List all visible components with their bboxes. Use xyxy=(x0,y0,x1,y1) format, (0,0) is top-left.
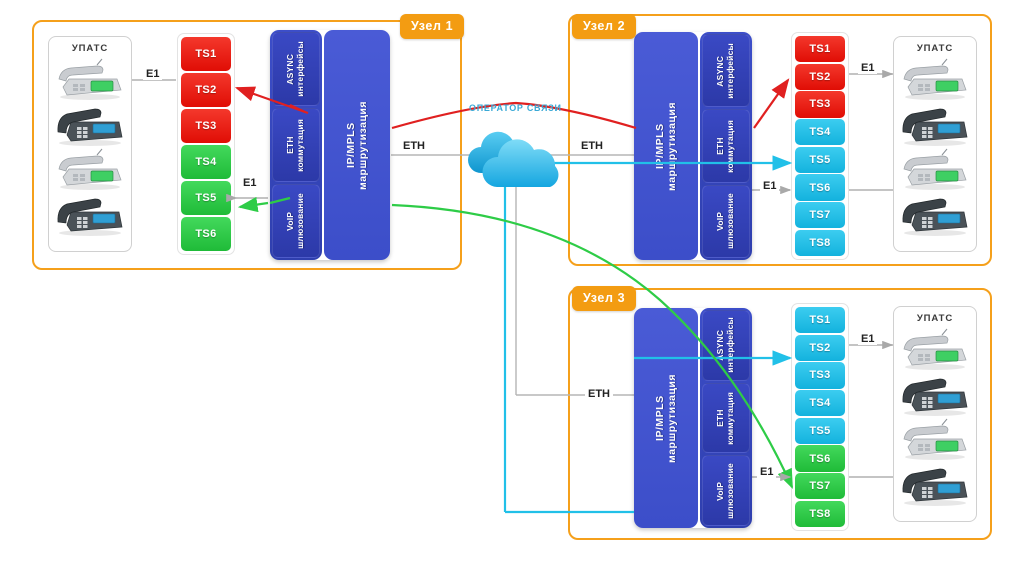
timeslot-ts8-node3[interactable]: TS8 xyxy=(795,500,845,527)
timeslot-ts3-node3[interactable]: TS3 xyxy=(795,362,845,389)
pbx-title-node2: УПАТС xyxy=(916,43,954,54)
module-eth-node1[interactable]: ETH коммутация xyxy=(272,108,320,182)
operator-cloud xyxy=(459,125,571,198)
module-async-label-node1: ASYNC интерфейсы xyxy=(285,41,305,97)
ip-phone-dark-icon xyxy=(902,198,968,236)
desk-phone-silver-icon xyxy=(903,418,967,460)
ip-phone-dark-icon xyxy=(902,468,968,506)
timeslot-ts1-node1[interactable]: TS1 xyxy=(181,37,231,72)
module-async-node3[interactable]: ASYNC интерфейсы xyxy=(702,310,750,381)
module-mpls-node2[interactable]: IP/MPLS маршрутизация xyxy=(634,32,698,260)
module-mpls-node3[interactable]: IP/MPLS маршрутизация xyxy=(634,308,698,528)
submodule-group-node3: ASYNC интерфейсы ETH коммутация VoIP шлюзов… xyxy=(700,308,752,528)
timeslot-ts4-node2[interactable]: TS4 xyxy=(795,119,845,146)
module-mpls-label-node3: IP/MPLS маршрутизация xyxy=(653,373,678,463)
timeslot-ts7-node2[interactable]: TS7 xyxy=(795,202,845,229)
desk-phone-silver-icon xyxy=(58,58,122,100)
node-badge-node3: Узел 3 xyxy=(572,286,637,311)
module-async-label-node2: ASYNC интерфейсы xyxy=(715,42,735,99)
timeslot-ts5-node3[interactable]: TS5 xyxy=(795,417,845,444)
timeslot-ts5-node1[interactable]: TS5 xyxy=(181,180,231,216)
timeslot-ts4-node1[interactable]: TS4 xyxy=(181,144,231,180)
module-async-node2[interactable]: ASYNC интерфейсы xyxy=(702,34,750,108)
pbx-box-node2: УПАТС xyxy=(893,36,977,252)
pbx-box-node1: УПАТС xyxy=(48,36,132,252)
module-voip-label-node1: VoIP шлюзование xyxy=(285,193,305,249)
module-voip-node2[interactable]: VoIP шлюзование xyxy=(702,184,750,258)
ip-phone-dark-icon xyxy=(902,378,968,416)
diagram-canvas: Узел 1 УПАТС E1 E1 ETH TS1 TS2 TS3 TS4 T… xyxy=(0,0,1024,572)
desk-phone-silver-icon xyxy=(58,148,122,190)
phone-list-node2 xyxy=(894,57,976,236)
eth-label-node2: ETH xyxy=(578,140,606,152)
e1-label-node2-top: E1 xyxy=(858,62,878,74)
module-eth-label-node1: ETH коммутация xyxy=(285,118,305,172)
e1-label-node1-top: E1 xyxy=(143,68,163,80)
module-mpls-label-node2: IP/MPLS маршрутизация xyxy=(653,101,678,191)
timeslot-ts1-node3[interactable]: TS1 xyxy=(795,307,845,334)
timeslot-ts2-node2[interactable]: TS2 xyxy=(795,63,845,90)
timeslot-ts3-node2[interactable]: TS3 xyxy=(795,91,845,118)
timeslot-ts1-node2[interactable]: TS1 xyxy=(795,36,845,63)
timeslot-ts5-node2[interactable]: TS5 xyxy=(795,146,845,173)
e1-label-node3-top: E1 xyxy=(858,333,878,345)
module-eth-node2[interactable]: ETH коммутация xyxy=(702,109,750,183)
equipment-node2: IP/MPLS маршрутизация ASYNC интерфейсы ETH… xyxy=(634,32,752,260)
node-badge-node1: Узел 1 xyxy=(400,14,465,39)
timeslot-ts2-node1[interactable]: TS2 xyxy=(181,72,231,108)
timeslot-ts6-node1[interactable]: TS6 xyxy=(181,216,231,252)
submodule-group-node2: ASYNC интерфейсы ETH коммутация VoIP шлюзов… xyxy=(700,32,752,260)
module-eth-label-node3: ETH коммутация xyxy=(715,391,735,445)
timeslot-stack-node1: TS1 TS2 TS3 TS4 TS5 TS6 xyxy=(177,33,235,255)
e1-label-node2-bottom: E1 xyxy=(760,180,780,192)
timeslot-ts4-node3[interactable]: TS4 xyxy=(795,390,845,417)
phone-list-node3 xyxy=(894,327,976,506)
eth-label-node1: ETH xyxy=(400,140,428,152)
operator-cloud-label: ОПЕРАТОР СВЯЗИ xyxy=(469,103,562,113)
timeslot-ts6-node2[interactable]: TS6 xyxy=(795,174,845,201)
timeslot-ts7-node3[interactable]: TS7 xyxy=(795,473,845,500)
desk-phone-silver-icon xyxy=(903,328,967,370)
module-mpls-label-node1: IP/MPLS маршрутизация xyxy=(344,100,369,190)
module-voip-node3[interactable]: VoIP шлюзование xyxy=(702,455,750,527)
node-badge-node2: Узел 2 xyxy=(572,14,637,39)
equipment-node1: ASYNC интерфейсы ETH коммутация VoIP шлюзов… xyxy=(270,30,390,260)
timeslot-stack-node3: TS1 TS2 TS3 TS4 TS5 TS6 TS7 TS8 xyxy=(791,303,849,531)
ip-phone-dark-icon xyxy=(902,108,968,146)
ip-phone-dark-icon xyxy=(57,198,123,236)
module-mpls-node1[interactable]: IP/MPLS маршрутизация xyxy=(324,30,390,260)
phone-list-node1 xyxy=(49,57,131,236)
pbx-title-node1: УПАТС xyxy=(71,43,109,54)
e1-label-node1-bottom: E1 xyxy=(240,177,260,189)
desk-phone-silver-icon xyxy=(903,148,967,190)
timeslot-stack-node2: TS1 TS2 TS3 TS4 TS5 TS6 TS7 TS8 xyxy=(791,32,849,260)
e1-label-node3-bottom: E1 xyxy=(757,466,777,478)
cloud-icon xyxy=(468,131,559,187)
module-async-label-node3: ASYNC интерфейсы xyxy=(715,317,735,374)
submodule-group-node1: ASYNC интерфейсы ETH коммутация VoIP шлюзов… xyxy=(270,30,322,260)
module-async-node1[interactable]: ASYNC интерфейсы xyxy=(272,32,320,106)
module-voip-node1[interactable]: VoIP шлюзование xyxy=(272,184,320,258)
module-eth-node3[interactable]: ETH коммутация xyxy=(702,382,750,454)
ip-phone-dark-icon xyxy=(57,108,123,146)
eth-label-node3: ETH xyxy=(585,388,613,400)
timeslot-ts3-node1[interactable]: TS3 xyxy=(181,108,231,144)
timeslot-ts2-node3[interactable]: TS2 xyxy=(795,334,845,361)
module-eth-label-node2: ETH коммутация xyxy=(715,119,735,173)
pbx-title-node3: УПАТС xyxy=(916,313,954,324)
module-voip-label-node2: VoIP шлюзование xyxy=(715,193,735,250)
module-voip-label-node3: VoIP шлюзование xyxy=(715,462,735,519)
pbx-box-node3: УПАТС xyxy=(893,306,977,522)
equipment-node3: IP/MPLS маршрутизация ASYNC интерфейсы ETH… xyxy=(634,308,752,528)
timeslot-ts6-node3[interactable]: TS6 xyxy=(795,445,845,472)
desk-phone-silver-icon xyxy=(903,58,967,100)
timeslot-ts8-node2[interactable]: TS8 xyxy=(795,229,845,256)
